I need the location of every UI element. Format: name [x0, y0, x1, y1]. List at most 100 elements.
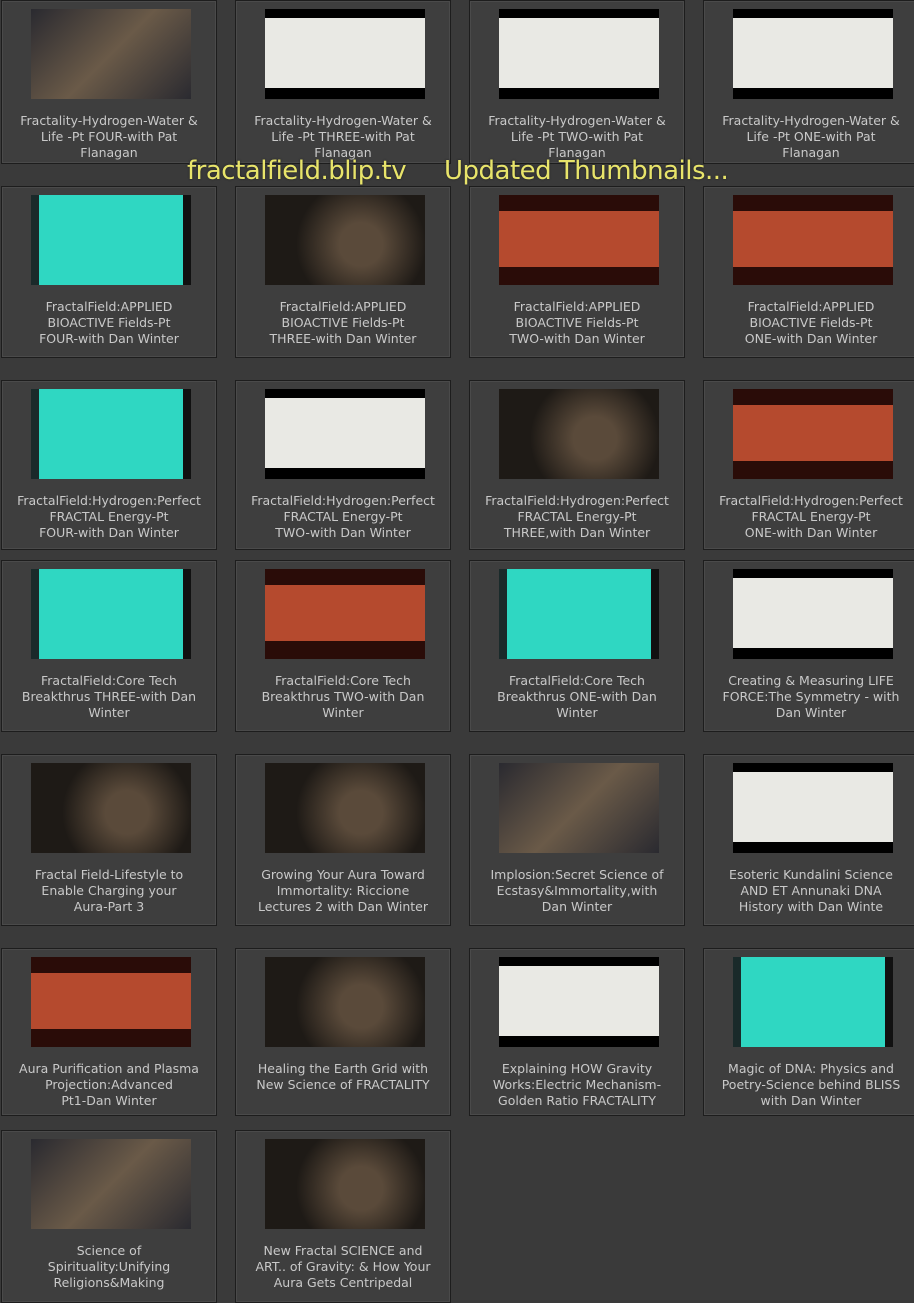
video-title[interactable]: Science of Spirituality:Unifying Religions… — [6, 1243, 212, 1302]
video-thumbnail[interactable] — [499, 763, 659, 853]
video-tile[interactable]: Creating & Measuring LIFE FORCE:The Symme… — [703, 560, 914, 732]
video-title[interactable]: FractalField:Hydrogen:Perfect FRACTAL Ene… — [6, 493, 212, 549]
video-title-line: FractalField:APPLIED — [45, 299, 173, 314]
video-tile[interactable]: FractalField:APPLIED BIOACTIVE Fields-Pt T… — [235, 186, 451, 358]
video-tile[interactable]: Esoteric Kundalini Science AND ET Annunak… — [703, 754, 914, 926]
video-thumbnail[interactable] — [733, 9, 893, 99]
video-tile[interactable]: Fractality-Hydrogen-Water & Life -Pt TWO-… — [469, 0, 685, 164]
video-title[interactable]: FractalField:Hydrogen:Perfect FRACTAL Ene… — [240, 493, 446, 549]
video-title[interactable]: Growing Your Aura Toward Immortality: Ric… — [240, 867, 446, 925]
video-thumbnail[interactable] — [733, 569, 893, 659]
video-title[interactable]: Explaining HOW Gravity Works:Electric Mec… — [474, 1061, 680, 1115]
video-thumbnail[interactable] — [31, 9, 191, 99]
video-tile[interactable]: Science of Spirituality:Unifying Religions… — [1, 1130, 217, 1303]
video-tile[interactable]: FractalField:APPLIED BIOACTIVE Fields-Pt F… — [1, 186, 217, 358]
video-tile[interactable]: FractalField:Hydrogen:Perfect FRACTAL Ene… — [235, 380, 451, 550]
video-title-line: Dan Winter — [541, 899, 613, 914]
video-tile[interactable]: FractalField:APPLIED BIOACTIVE Fields-Pt O… — [703, 186, 914, 358]
video-title[interactable]: Creating & Measuring LIFE FORCE:The Symme… — [708, 673, 914, 731]
video-title[interactable]: FractalField:APPLIED BIOACTIVE Fields-Pt T… — [240, 299, 446, 357]
video-title-line: Science of — [76, 1243, 142, 1258]
video-tile[interactable]: Aura Purification and Plasma Projection:A… — [1, 948, 217, 1116]
video-tile[interactable]: Fractality-Hydrogen-Water & Life -Pt ONE-… — [703, 0, 914, 164]
video-thumbnail[interactable] — [265, 195, 425, 285]
video-title[interactable]: Implosion:Secret Science of Ecstasy&Immor… — [474, 867, 680, 925]
video-title[interactable]: Healing the Earth Grid with New Science o… — [240, 1061, 446, 1115]
video-thumbnail[interactable] — [265, 957, 425, 1047]
video-thumbnail[interactable] — [31, 1139, 191, 1229]
video-tile[interactable]: Fractality-Hydrogen-Water & Life -Pt FOUR… — [1, 0, 217, 164]
video-title[interactable]: Aura Purification and Plasma Projection:A… — [6, 1061, 212, 1115]
video-title-line: ONE-with Dan Winter — [744, 525, 878, 540]
video-tile[interactable]: Explaining HOW Gravity Works:Electric Mec… — [469, 948, 685, 1116]
video-thumbnail[interactable] — [31, 389, 191, 479]
thumbnail-image — [733, 195, 893, 285]
video-title[interactable]: FractalField:APPLIED BIOACTIVE Fields-Pt F… — [6, 299, 212, 357]
video-title[interactable]: FractalField:Hydrogen:Perfect FRACTAL Ene… — [708, 493, 914, 549]
video-thumbnail[interactable] — [31, 763, 191, 853]
video-thumbnail[interactable] — [265, 1139, 425, 1229]
video-tile[interactable]: Implosion:Secret Science of Ecstasy&Immor… — [469, 754, 685, 926]
video-thumbnail[interactable] — [733, 957, 893, 1047]
video-title-line: FRACTAL Energy-Pt — [517, 509, 637, 524]
video-title-line: THREE-with Dan Winter — [269, 331, 417, 346]
video-tile[interactable]: FractalField:Hydrogen:Perfect FRACTAL Ene… — [1, 380, 217, 550]
video-thumbnail[interactable] — [733, 195, 893, 285]
video-title[interactable]: Fractality-Hydrogen-Water & Life -Pt FOUR… — [6, 113, 212, 163]
video-title-line: ONE-with Dan Winter — [744, 331, 878, 346]
video-title[interactable]: Magic of DNA: Physics and Poetry-Science … — [708, 1061, 914, 1115]
video-title-line: Flanagan — [80, 145, 138, 160]
video-tile[interactable]: Growing Your Aura Toward Immortality: Ric… — [235, 754, 451, 926]
video-title[interactable]: Fractality-Hydrogen-Water & Life -Pt ONE-… — [708, 113, 914, 163]
video-thumbnail[interactable] — [265, 9, 425, 99]
thumbnail-image — [31, 389, 191, 479]
thumbnail-image — [499, 763, 659, 853]
video-title[interactable]: FractalField:APPLIED BIOACTIVE Fields-Pt T… — [474, 299, 680, 357]
video-title-line: New Science of FRACTALITY — [256, 1077, 430, 1092]
video-tile[interactable]: FractalField:Hydrogen:Perfect FRACTAL Ene… — [703, 380, 914, 550]
video-thumbnail[interactable] — [733, 763, 893, 853]
video-tile[interactable]: Fractal Field-Lifestyle to Enable Chargin… — [1, 754, 217, 926]
video-tile[interactable]: FractalField:Hydrogen:Perfect FRACTAL Ene… — [469, 380, 685, 550]
video-title-line: BIOACTIVE Fields-Pt — [281, 315, 405, 330]
video-thumbnail[interactable] — [265, 763, 425, 853]
video-tile[interactable]: Fractality-Hydrogen-Water & Life -Pt THRE… — [235, 0, 451, 164]
video-title-line: Aura Purification and Plasma — [19, 1061, 199, 1076]
video-thumbnail[interactable] — [265, 389, 425, 479]
video-tile[interactable]: FractalField:APPLIED BIOACTIVE Fields-Pt T… — [469, 186, 685, 358]
video-thumbnail[interactable] — [499, 195, 659, 285]
video-thumbnail[interactable] — [31, 957, 191, 1047]
video-title-line: FRACTAL Energy-Pt — [751, 509, 871, 524]
video-title[interactable]: FractalField:APPLIED BIOACTIVE Fields-Pt O… — [708, 299, 914, 357]
video-title-line: ART.. of Gravity: & How Your — [255, 1259, 431, 1274]
video-thumbnail[interactable] — [499, 957, 659, 1047]
video-thumbnail[interactable] — [31, 195, 191, 285]
video-title[interactable]: FractalField:Core Tech Breakthrus THREE-w… — [6, 673, 212, 731]
video-title-line: Implosion:Secret Science of — [490, 867, 664, 882]
video-title[interactable]: Fractal Field-Lifestyle to Enable Chargin… — [6, 867, 212, 925]
video-title[interactable]: Esoteric Kundalini Science AND ET Annunak… — [708, 867, 914, 925]
thumbnail-image — [499, 389, 659, 479]
video-title[interactable]: New Fractal SCIENCE and ART.. of Gravity:… — [240, 1243, 446, 1302]
video-title[interactable]: FractalField:Hydrogen:Perfect FRACTAL Ene… — [474, 493, 680, 549]
video-tile[interactable]: Healing the Earth Grid with New Science o… — [235, 948, 451, 1116]
video-title-line: FORCE:The Symmetry - with — [722, 689, 900, 704]
video-title-line: Aura Gets Centripedal — [273, 1275, 413, 1290]
video-title[interactable]: FractalField:Core Tech Breakthrus ONE-wit… — [474, 673, 680, 731]
video-thumbnail[interactable] — [733, 389, 893, 479]
video-thumbnail[interactable] — [265, 569, 425, 659]
video-title-line: BIOACTIVE Fields-Pt — [515, 315, 639, 330]
video-title-line: Aura-Part 3 — [73, 899, 145, 914]
video-title-line: Breakthrus THREE-with Dan — [21, 689, 197, 704]
video-thumbnail[interactable] — [499, 569, 659, 659]
video-thumbnail[interactable] — [499, 389, 659, 479]
video-tile[interactable]: FractalField:Core Tech Breakthrus ONE-wit… — [469, 560, 685, 732]
video-thumbnail[interactable] — [499, 9, 659, 99]
video-tile[interactable]: Magic of DNA: Physics and Poetry-Science … — [703, 948, 914, 1116]
video-tile[interactable]: New Fractal SCIENCE and ART.. of Gravity:… — [235, 1130, 451, 1303]
video-title[interactable]: FractalField:Core Tech Breakthrus TWO-wit… — [240, 673, 446, 731]
video-tile[interactable]: FractalField:Core Tech Breakthrus THREE-w… — [1, 560, 217, 732]
video-thumbnail[interactable] — [31, 569, 191, 659]
video-tile[interactable]: FractalField:Core Tech Breakthrus TWO-wit… — [235, 560, 451, 732]
thumbnail-image — [265, 9, 425, 99]
